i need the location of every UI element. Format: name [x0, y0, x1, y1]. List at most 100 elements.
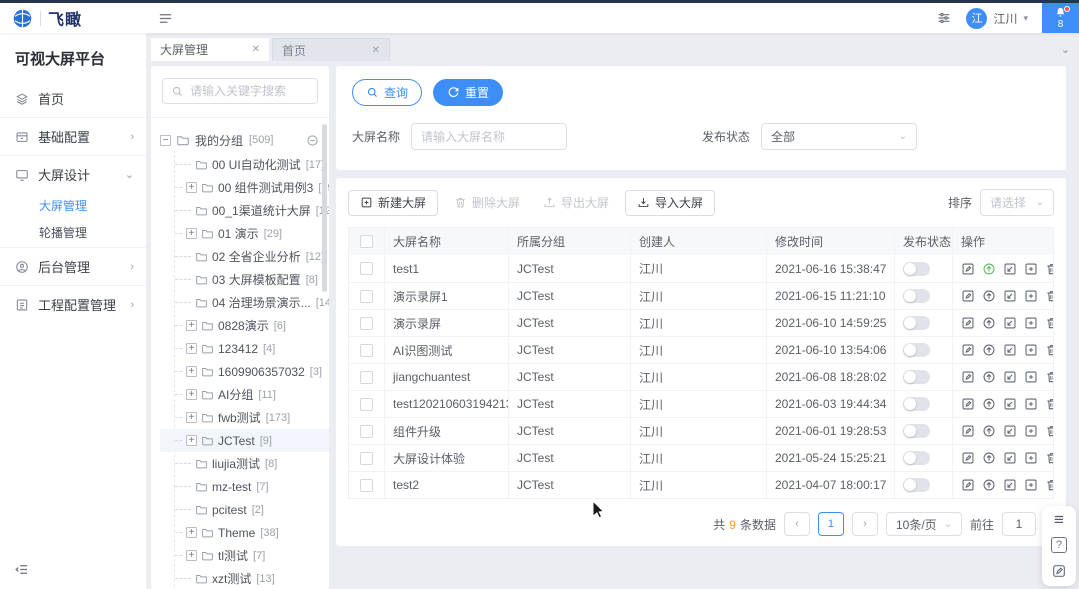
tree-node[interactable]: + tl测试 [7]	[160, 544, 329, 567]
sidebar-item-project-config[interactable]: 工程配置管理 ›	[0, 287, 146, 322]
notification-button[interactable]: 8	[1042, 3, 1079, 33]
design-icon[interactable]	[1003, 289, 1017, 303]
expand-toggle-icon[interactable]: +	[186, 320, 197, 331]
design-icon[interactable]	[1003, 478, 1017, 492]
row-checkbox[interactable]	[360, 398, 373, 411]
publish-icon[interactable]	[982, 424, 996, 438]
hamburger-icon[interactable]: ≡	[1054, 513, 1064, 527]
delete-icon[interactable]	[1045, 316, 1053, 330]
edit-icon[interactable]	[961, 370, 975, 384]
publish-icon[interactable]	[982, 289, 996, 303]
tree-node[interactable]: + JCTest [9]	[160, 429, 329, 452]
tree-root-node[interactable]: − 我的分组 [509]	[160, 128, 329, 152]
expand-toggle-icon[interactable]: +	[186, 366, 197, 377]
copy-icon[interactable]	[1024, 424, 1038, 438]
tree-search-box[interactable]	[162, 78, 318, 104]
design-icon[interactable]	[1003, 424, 1017, 438]
select-all-checkbox[interactable]	[360, 235, 373, 248]
publish-icon[interactable]	[982, 316, 996, 330]
copy-icon[interactable]	[1024, 343, 1038, 357]
filter-sliders-icon[interactable]	[936, 10, 952, 26]
collapse-sidebar-icon[interactable]	[14, 562, 29, 577]
row-checkbox[interactable]	[360, 452, 373, 465]
publish-icon[interactable]	[982, 397, 996, 411]
tree-node[interactable]: 04 治理场景演示... [14]	[160, 291, 329, 314]
tab-screen-management[interactable]: 大屏管理 ✕	[151, 38, 269, 61]
delete-icon[interactable]	[1045, 262, 1053, 276]
prev-page-button[interactable]: ‹	[784, 512, 810, 536]
tab-home[interactable]: 首页 ✕	[272, 38, 390, 61]
publish-toggle[interactable]	[903, 343, 930, 357]
edit-icon[interactable]	[961, 478, 975, 492]
publish-toggle[interactable]	[903, 370, 930, 384]
copy-icon[interactable]	[1024, 370, 1038, 384]
publish-toggle[interactable]	[903, 424, 930, 438]
delete-icon[interactable]	[1045, 451, 1053, 465]
copy-icon[interactable]	[1024, 289, 1038, 303]
search-button[interactable]: 查询	[352, 79, 422, 106]
row-checkbox[interactable]	[360, 317, 373, 330]
copy-icon[interactable]	[1024, 478, 1038, 492]
sidebar-item-backend-management[interactable]: 后台管理 ›	[0, 249, 146, 284]
tree-node[interactable]: + fwb测试 [173]	[160, 406, 329, 429]
edit-icon[interactable]	[961, 451, 975, 465]
publish-icon[interactable]	[982, 478, 996, 492]
page-1-button[interactable]: 1	[818, 512, 844, 536]
row-checkbox[interactable]	[360, 290, 373, 303]
expand-toggle-icon[interactable]: +	[186, 228, 197, 239]
expand-toggle-icon[interactable]: +	[186, 389, 197, 400]
collapse-all-icon[interactable]	[306, 134, 319, 147]
tree-node[interactable]: liujia测试 [8]	[160, 452, 329, 475]
avatar[interactable]: 江	[966, 8, 987, 29]
sidebar-item-home[interactable]: 首页	[0, 81, 146, 116]
user-menu[interactable]: 江 江川 ▾	[966, 8, 1028, 29]
delete-icon[interactable]	[1045, 424, 1053, 438]
publish-toggle[interactable]	[903, 451, 930, 465]
delete-icon[interactable]	[1045, 343, 1053, 357]
expand-toggle-icon[interactable]: +	[186, 435, 197, 446]
design-icon[interactable]	[1003, 343, 1017, 357]
expand-toggle-icon[interactable]: +	[186, 550, 197, 561]
delete-icon[interactable]	[1045, 370, 1053, 384]
expand-toggle-icon[interactable]: +	[186, 182, 197, 193]
close-icon[interactable]: ✕	[252, 44, 260, 55]
edit-icon[interactable]	[961, 424, 975, 438]
collapse-toggle-icon[interactable]: −	[160, 135, 171, 146]
sort-select[interactable]: 请选择 ⌄	[980, 189, 1054, 216]
tree-node[interactable]: + 01 演示 [29]	[160, 222, 329, 245]
publish-status-select[interactable]: 全部 ⌄	[761, 123, 917, 150]
row-checkbox[interactable]	[360, 371, 373, 384]
sidebar-item-carousel-management[interactable]: 轮播管理	[0, 219, 146, 246]
publish-toggle[interactable]	[903, 262, 930, 276]
tree-node[interactable]: 02 全省企业分析 [12]	[160, 245, 329, 268]
screen-name-input[interactable]	[411, 123, 567, 150]
tree-node[interactable]: + AI分组 [11]	[160, 383, 329, 406]
tabs-collapse-icon[interactable]: ⌄	[1061, 43, 1070, 56]
edit-icon[interactable]	[961, 289, 975, 303]
menu-fold-icon[interactable]	[158, 11, 173, 26]
tree-node[interactable]: 00 UI自动化测试 [17]	[160, 153, 329, 176]
page-size-select[interactable]: 10条/页 ⌄	[886, 512, 962, 536]
next-page-button[interactable]: ›	[852, 512, 878, 536]
tree-search-input[interactable]	[190, 84, 309, 98]
tree-node[interactable]: + 0828演示 [6]	[160, 314, 329, 337]
publish-toggle[interactable]	[903, 289, 930, 303]
edit-icon[interactable]	[961, 343, 975, 357]
tree-scrollbar[interactable]	[322, 124, 327, 292]
publish-icon[interactable]	[982, 343, 996, 357]
design-icon[interactable]	[1003, 316, 1017, 330]
delete-icon[interactable]	[1045, 478, 1053, 492]
close-icon[interactable]: ✕	[372, 45, 380, 56]
sidebar-item-screen-design[interactable]: 大屏设计 ⌄	[0, 157, 146, 192]
row-checkbox[interactable]	[360, 479, 373, 492]
tree-node[interactable]: 03 大屏模板配置 [8]	[160, 268, 329, 291]
create-screen-button[interactable]: 新建大屏	[348, 190, 438, 216]
sidebar-item-basic-config[interactable]: 基础配置 ›	[0, 119, 146, 154]
tree-node[interactable]: + 1609906357032 [3]	[160, 360, 329, 383]
publish-icon[interactable]	[982, 451, 996, 465]
reset-button[interactable]: 重置	[433, 79, 503, 106]
feedback-edit-icon[interactable]	[1051, 563, 1067, 579]
design-icon[interactable]	[1003, 451, 1017, 465]
publish-toggle[interactable]	[903, 478, 930, 492]
design-icon[interactable]	[1003, 397, 1017, 411]
